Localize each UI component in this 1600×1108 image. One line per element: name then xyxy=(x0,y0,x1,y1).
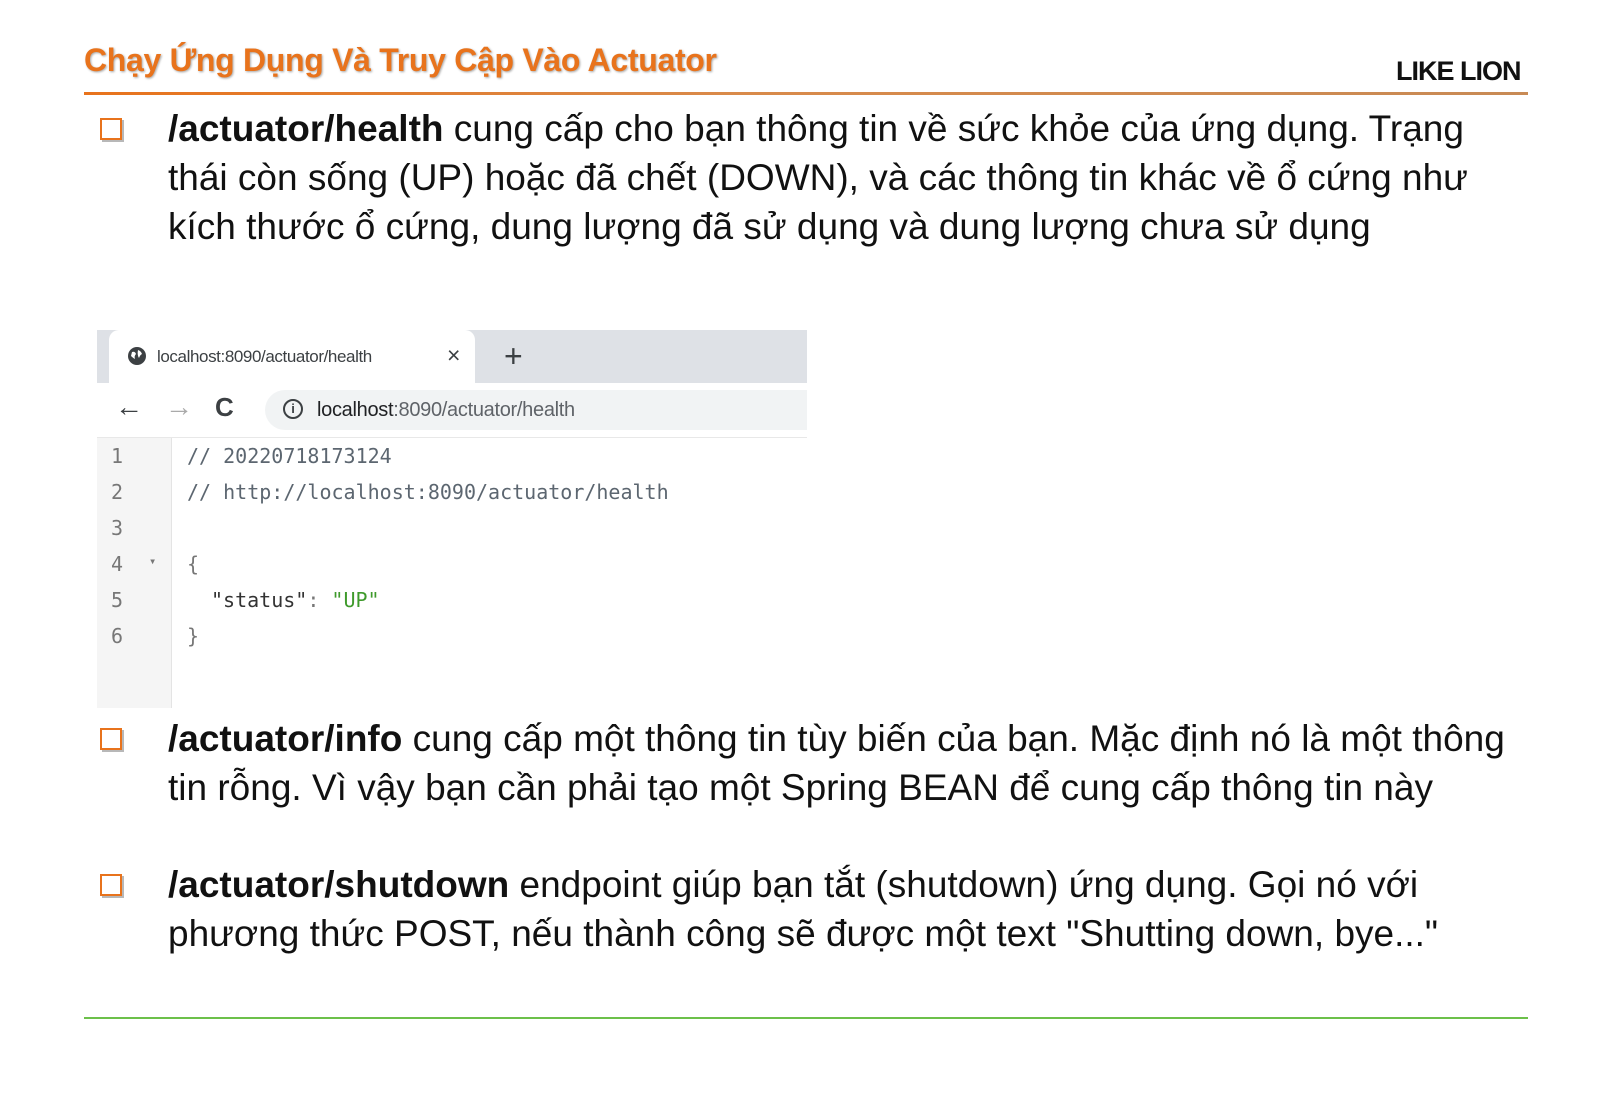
code-comment: // http://localhost:8090/actuator/health xyxy=(187,480,669,504)
reload-icon[interactable]: C xyxy=(215,392,234,423)
browser-toolbar: ← → C i localhost:8090/actuator/health xyxy=(97,383,807,438)
close-icon[interactable]: × xyxy=(447,342,460,369)
endpoint-path: /actuator/info xyxy=(168,718,403,759)
browser-screenshot: localhost:8090/actuator/health × + ← → C… xyxy=(97,330,807,708)
line-number: 1 xyxy=(111,444,124,468)
close-brace: } xyxy=(187,624,200,648)
back-arrow-icon[interactable]: ← xyxy=(115,391,143,423)
open-brace: { xyxy=(187,552,200,576)
checkbox-bullet-icon xyxy=(100,874,122,896)
line-number: 6 xyxy=(111,624,124,648)
slide-title: Chạy Ứng Dụng Và Truy Cập Vào Actuator xyxy=(84,42,717,78)
json-value: "UP" xyxy=(331,588,380,612)
url-text: localhost:8090/actuator/health xyxy=(317,399,575,421)
code-line: 2 // http://localhost:8090/actuator/heal… xyxy=(97,480,807,516)
forward-arrow-icon[interactable]: → xyxy=(165,391,193,423)
brand-logo-text: LIKE LION xyxy=(1396,56,1521,86)
browser-tab[interactable]: localhost:8090/actuator/health × xyxy=(109,330,475,383)
code-line: 1 // 20220718173124 xyxy=(97,444,807,480)
json-key: "status" xyxy=(211,588,308,612)
endpoint-path: /actuator/shutdown xyxy=(168,864,510,905)
json-viewer: 1 // 20220718173124 2 // http://localhos… xyxy=(97,438,807,708)
code-line: 4 ▾ { xyxy=(97,552,807,588)
code-line: 3 xyxy=(97,516,807,552)
new-tab-button[interactable]: + xyxy=(504,338,523,375)
bullet-text: /actuator/info cung cấp một thông tin tù… xyxy=(168,714,1528,812)
bullet-text: /actuator/shutdown endpoint giúp bạn tắt… xyxy=(168,860,1528,958)
line-number: 4 xyxy=(111,552,124,576)
json-entry: "status": "UP" xyxy=(211,588,380,612)
line-number: 5 xyxy=(111,588,124,612)
fold-arrow-icon[interactable]: ▾ xyxy=(149,554,156,568)
header-rule xyxy=(84,92,1528,95)
address-bar[interactable]: i localhost:8090/actuator/health xyxy=(265,390,807,430)
line-number: 3 xyxy=(111,516,124,540)
line-number: 2 xyxy=(111,480,124,504)
code-line: 6 } xyxy=(97,624,807,660)
bullet-text: /actuator/health cung cấp cho bạn thông … xyxy=(168,104,1528,251)
endpoint-path: /actuator/health xyxy=(168,108,444,149)
info-icon[interactable]: i xyxy=(283,399,303,419)
checkbox-bullet-icon xyxy=(100,118,122,140)
code-line: 5 "status": "UP" xyxy=(97,588,807,624)
tab-title: localhost:8090/actuator/health xyxy=(157,347,372,366)
footer-rule xyxy=(84,1017,1528,1019)
code-comment: // 20220718173124 xyxy=(187,444,392,468)
globe-icon xyxy=(128,347,146,365)
checkbox-bullet-icon xyxy=(100,728,122,750)
tab-strip: localhost:8090/actuator/health × + xyxy=(97,330,807,383)
